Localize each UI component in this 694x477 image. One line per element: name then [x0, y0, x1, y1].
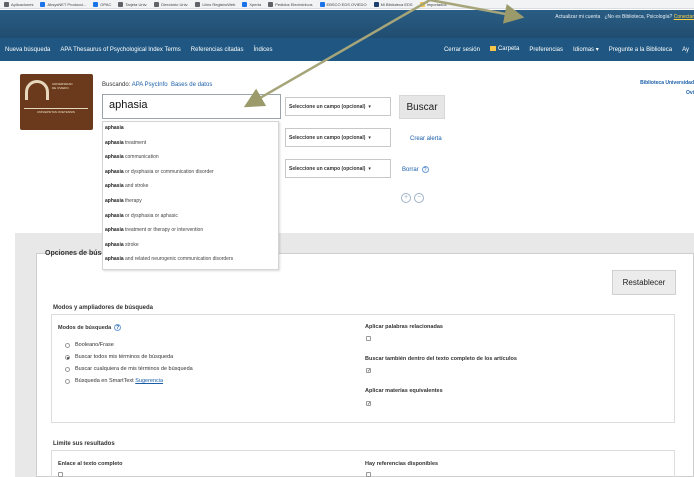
arrow-to-account-links — [429, 0, 525, 24]
arrow-to-search-input — [243, 0, 431, 108]
annotation-arrows — [243, 0, 525, 108]
